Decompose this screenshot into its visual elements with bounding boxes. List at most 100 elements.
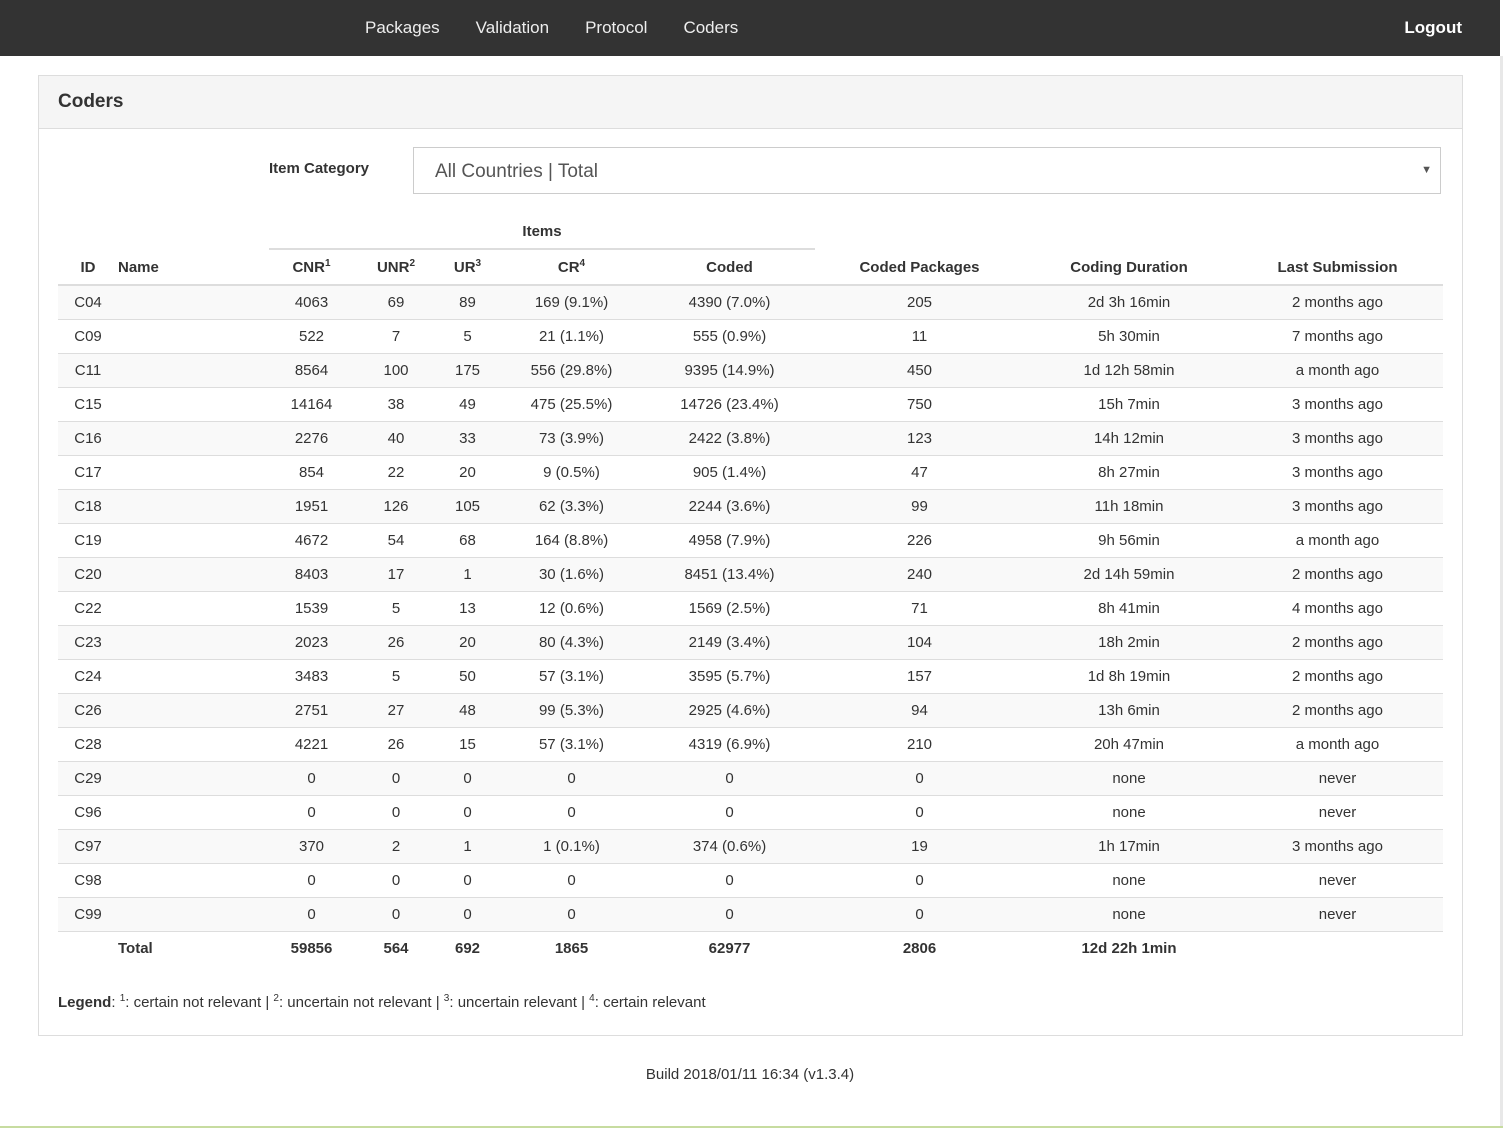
cell-coded: 9395 (14.9%) (646, 353, 813, 388)
cell-name (118, 557, 269, 592)
table-row[interactable]: C15 14164 38 49 475 (25.5%) 14726 (23.4%) 750 1… (58, 387, 1443, 422)
cell-coded: 0 (646, 795, 813, 830)
cell-name (118, 625, 269, 660)
total-label: Total (118, 931, 269, 965)
col-name[interactable]: Name (118, 250, 269, 286)
cell-unr: 0 (354, 863, 438, 898)
cell-id: C15 (58, 387, 118, 422)
cell-coded: 4958 (7.9%) (646, 523, 813, 558)
cell-last: 4 months ago (1232, 591, 1443, 626)
table-row[interactable]: C29 0 0 0 0 0 0 none never (58, 761, 1443, 796)
nav-validation[interactable]: Validation (458, 0, 567, 56)
cell-ur: 0 (438, 761, 497, 796)
cell-cr: 99 (5.3%) (497, 693, 646, 728)
cell-cr: 12 (0.6%) (497, 591, 646, 626)
cell-cnr: 8403 (269, 557, 354, 592)
table-row[interactable]: C97 370 2 1 1 (0.1%) 374 (0.6%) 19 1h 17min 3 mo… (58, 829, 1443, 864)
cell-cnr: 14164 (269, 387, 354, 422)
cell-duration: 2d 14h 59min (1026, 557, 1232, 592)
cell-name (118, 421, 269, 456)
col-cr[interactable]: CR4 (497, 250, 646, 286)
nav-packages[interactable]: Packages (347, 0, 458, 56)
cell-name (118, 727, 269, 762)
total-cnr: 59856 (269, 931, 354, 965)
table-row[interactable]: C17 854 22 20 9 (0.5%) 905 (1.4%) 47 8h 27min 3 … (58, 455, 1443, 490)
cell-id: C11 (58, 353, 118, 388)
cell-id: C22 (58, 591, 118, 626)
total-coded: 62977 (646, 931, 813, 965)
cell-packages: 226 (813, 523, 1026, 558)
col-coded-packages[interactable]: Coded Packages (813, 250, 1026, 286)
table-row[interactable]: C96 0 0 0 0 0 0 none never (58, 795, 1443, 830)
table-row[interactable]: C23 2023 26 20 80 (4.3%) 2149 (3.4%) 104 18h 2m… (58, 625, 1443, 660)
logout-link[interactable]: Logout (1404, 0, 1462, 56)
item-category-select[interactable]: All Countries | Total ▼ (413, 147, 1441, 194)
table-row[interactable]: C98 0 0 0 0 0 0 none never (58, 863, 1443, 898)
cell-cr: 21 (1.1%) (497, 319, 646, 354)
table-row[interactable]: C04 4063 69 89 169 (9.1%) 4390 (7.0%) 205 2d 3h… (58, 284, 1443, 320)
cell-cnr: 4063 (269, 284, 354, 320)
cell-last: 3 months ago (1232, 489, 1443, 524)
cell-id: C17 (58, 455, 118, 490)
nav-coders[interactable]: Coders (665, 0, 756, 56)
cell-coded: 905 (1.4%) (646, 455, 813, 490)
cell-last: a month ago (1232, 353, 1443, 388)
top-navbar: Packages Validation Protocol Coders Logo… (0, 0, 1500, 56)
col-ur[interactable]: UR3 (438, 250, 497, 286)
cell-id: C96 (58, 795, 118, 830)
cell-packages: 157 (813, 659, 1026, 694)
cell-ur: 49 (438, 387, 497, 422)
cell-ur: 20 (438, 455, 497, 490)
cell-last: never (1232, 795, 1443, 830)
table-row[interactable]: C28 4221 26 15 57 (3.1%) 4319 (6.9%) 210 20h 47… (58, 727, 1443, 762)
cell-unr: 2 (354, 829, 438, 864)
cell-duration: none (1026, 863, 1232, 898)
col-unr[interactable]: UNR2 (354, 250, 438, 286)
cell-coded: 2149 (3.4%) (646, 625, 813, 660)
cell-id: C98 (58, 863, 118, 898)
cell-name (118, 387, 269, 422)
col-last-submission[interactable]: Last Submission (1232, 250, 1443, 286)
cell-packages: 11 (813, 319, 1026, 354)
cell-ur: 68 (438, 523, 497, 558)
nav-protocol[interactable]: Protocol (567, 0, 665, 56)
table-row[interactable]: C99 0 0 0 0 0 0 none never (58, 897, 1443, 932)
cell-coded: 2244 (3.6%) (646, 489, 813, 524)
cell-packages: 450 (813, 353, 1026, 388)
col-cnr[interactable]: CNR1 (269, 250, 354, 286)
cell-name (118, 455, 269, 490)
cell-id: C19 (58, 523, 118, 558)
cell-ur: 48 (438, 693, 497, 728)
cell-cnr: 370 (269, 829, 354, 864)
table-row[interactable]: C11 8564 100 175 556 (29.8%) 9395 (14.9%) 450 1… (58, 353, 1443, 388)
table-row[interactable]: C19 4672 54 68 164 (8.8%) 4958 (7.9%) 226 9h 56… (58, 523, 1443, 558)
cell-coded: 2925 (4.6%) (646, 693, 813, 728)
cell-duration: 8h 27min (1026, 455, 1232, 490)
table-row[interactable]: C20 8403 17 1 30 (1.6%) 8451 (13.4%) 240 2d 14h… (58, 557, 1443, 592)
cell-name (118, 284, 269, 320)
table-row[interactable]: C24 3483 5 50 57 (3.1%) 3595 (5.7%) 157 1d 8h 1… (58, 659, 1443, 694)
col-coding-duration[interactable]: Coding Duration (1026, 250, 1232, 286)
table-row[interactable]: C26 2751 27 48 99 (5.3%) 2925 (4.6%) 94 13h 6mi… (58, 693, 1443, 728)
col-id[interactable]: ID (58, 250, 118, 286)
cell-cr: 1 (0.1%) (497, 829, 646, 864)
legend-item-2: : uncertain not relevant (278, 994, 432, 1011)
table-row[interactable]: C16 2276 40 33 73 (3.9%) 2422 (3.8%) 123 14h 12… (58, 421, 1443, 456)
cell-name (118, 761, 269, 796)
cell-cnr: 2751 (269, 693, 354, 728)
cell-last: 2 months ago (1232, 693, 1443, 728)
cell-ur: 20 (438, 625, 497, 660)
cell-coded: 8451 (13.4%) (646, 557, 813, 592)
cell-name (118, 897, 269, 932)
item-category-value: All Countries | Total (435, 161, 598, 182)
cell-name (118, 659, 269, 694)
table-row[interactable]: C18 1951 126 105 62 (3.3%) 2244 (3.6%) 99 11h 1… (58, 489, 1443, 524)
cell-unr: 100 (354, 353, 438, 388)
table-row[interactable]: C09 522 7 5 21 (1.1%) 555 (0.9%) 11 5h 30min 7 m… (58, 319, 1443, 354)
cell-last: a month ago (1232, 523, 1443, 558)
cell-id: C26 (58, 693, 118, 728)
table-row[interactable]: C22 1539 5 13 12 (0.6%) 1569 (2.5%) 71 8h 41min… (58, 591, 1443, 626)
total-ur: 692 (438, 931, 497, 965)
col-coded[interactable]: Coded (646, 250, 813, 286)
total-cr: 1865 (497, 931, 646, 965)
